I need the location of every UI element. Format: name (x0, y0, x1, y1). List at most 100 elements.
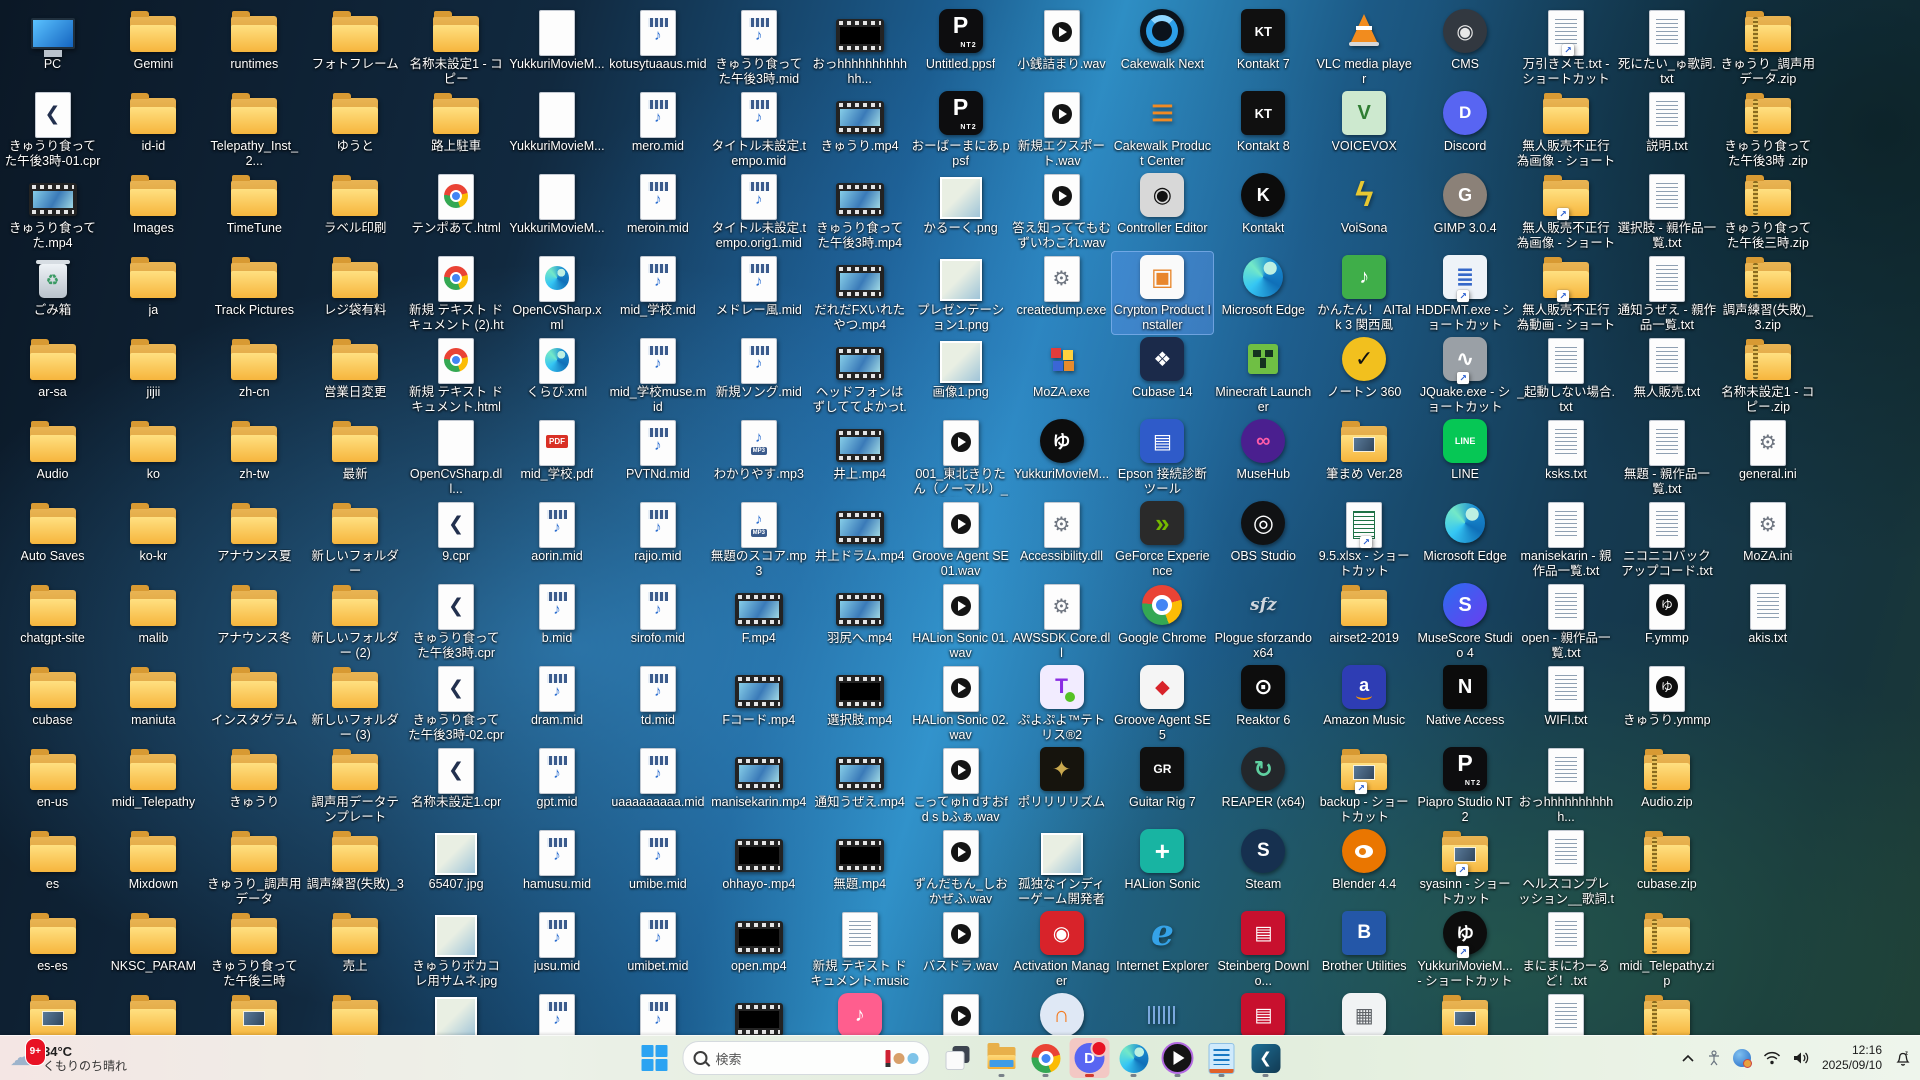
desktop-icon[interactable]: ♪mero.mid (607, 88, 708, 170)
desktop-icon[interactable]: ◎OBS Studio (1213, 498, 1314, 580)
desktop-icon[interactable]: インスタグラム (204, 662, 305, 744)
desktop-icon[interactable]: ↗無人販売不正行為動画 - ショートカット (1516, 252, 1617, 334)
desktop-icon[interactable]: 65407.jpg (406, 826, 507, 908)
desktop-icon[interactable]: PNT2Untitled.ppsf (910, 6, 1011, 88)
desktop-icon[interactable] (1516, 990, 1617, 1036)
desktop-icon[interactable]: Minecraft Launcher (1213, 334, 1314, 416)
desktop-icon[interactable]: MoZA.exe (1011, 334, 1112, 416)
desktop-icon[interactable]: ♪umibet.mid (607, 908, 708, 990)
search-box[interactable]: 検索 (683, 1041, 930, 1075)
desktop-icon[interactable]: Audio.zip (1616, 744, 1717, 826)
desktop-icon[interactable]: ≡Cakewalk Product Center (1112, 88, 1213, 170)
hidden-icons-chevron[interactable] (1681, 1054, 1695, 1063)
desktop-icon[interactable]: HALion Sonic 01.wav (910, 580, 1011, 662)
desktop-icon[interactable]: 選択肢.mp4 (809, 662, 910, 744)
desktop-icon[interactable]: まにまにわーるど！.txt (1516, 908, 1617, 990)
desktop-icon[interactable]: ↻REAPER (x64) (1213, 744, 1314, 826)
desktop-icon[interactable]: ゆきゅうり.ymmp (1616, 662, 1717, 744)
desktop-icon[interactable]: きゅうり_調声用データ.zip (1717, 6, 1818, 88)
desktop-icon[interactable]: ♪ (507, 990, 608, 1036)
desktop-icon[interactable]: アナウンス冬 (204, 580, 305, 662)
desktop-icon[interactable]: 新規 テキスト ドキュメント.musicxml (809, 908, 910, 990)
discord-button[interactable]: D (1070, 1038, 1110, 1078)
desktop-icon[interactable]: 001_東北きりたん（ノーマル）_今じゃ... (910, 416, 1011, 498)
desktop-icon[interactable]: かるーく.png (910, 170, 1011, 252)
desktop-icon[interactable]: ゆ↗YukkuriMovieM... - ショートカット (1415, 908, 1516, 990)
desktop-icon[interactable]: ♪タイトル未設定.tempo.orig1.mid (708, 170, 809, 252)
desktop-icon[interactable]: 通知うぜえ.mp4 (809, 744, 910, 826)
desktop-icon[interactable]: ∿↗JQuake.exe - ショートカット (1415, 334, 1516, 416)
desktop-icon[interactable]: ⚙createdump.exe (1011, 252, 1112, 334)
desktop-icon[interactable]: midi_Telepathy (103, 744, 204, 826)
desktop-icon[interactable]: ↗backup - ショートカット (1314, 744, 1415, 826)
desktop-icon[interactable]: きゅうり食ってた午後三時 (204, 908, 305, 990)
desktop-icon[interactable]: TimeTune (204, 170, 305, 252)
cubase-button[interactable]: ❮ (1246, 1038, 1286, 1078)
desktop-icon[interactable]: ▤ (1213, 990, 1314, 1036)
desktop-icon[interactable]: ▤Steinberg Downlo... (1213, 908, 1314, 990)
desktop-icon[interactable]: open - 親作品一覧.txt (1516, 580, 1617, 662)
desktop-icon[interactable]: ゆうと (305, 88, 406, 170)
desktop-icon[interactable]: 調声用データテンプレート (305, 744, 406, 826)
desktop-icon[interactable]: ◆Groove Agent SE 5 (1112, 662, 1213, 744)
desktop-icon[interactable]: SMuseScore Studio 4 (1415, 580, 1516, 662)
desktop-icon[interactable]: ヘッドフォンはずしててよかっt.mp4 (809, 334, 910, 416)
desktop-icon[interactable]: 名称未設定1 - コピー (406, 6, 507, 88)
file-explorer-button[interactable] (982, 1038, 1022, 1078)
desktop-icon[interactable]: 新規 テキスト ドキュメント (2).html (406, 252, 507, 334)
desktop-icon[interactable] (406, 990, 507, 1036)
desktop-icon[interactable]: KKontakt (1213, 170, 1314, 252)
task-view-button[interactable] (938, 1038, 978, 1078)
desktop-icon[interactable]: ♪新規ソング.mid (708, 334, 809, 416)
desktop-icon[interactable]: ♪kotusytuaaus.mid (607, 6, 708, 88)
accessibility-tray-icon[interactable] (1707, 1050, 1721, 1066)
desktop-icon[interactable]: ♪MP3無題のスコア.mp3 (708, 498, 809, 580)
desktop-icon[interactable]: Google Chrome (1112, 580, 1213, 662)
desktop-icon[interactable]: Microsoft Edge (1213, 252, 1314, 334)
desktop-icon[interactable]: zh-tw (204, 416, 305, 498)
desktop-icon[interactable]: ko (103, 416, 204, 498)
desktop-icon[interactable]: フォトフレーム (305, 6, 406, 88)
desktop-icon[interactable]: manisekarin - 親作品一覧.txt (1516, 498, 1617, 580)
desktop-icon[interactable]: 新しいフォルダー (2) (305, 580, 406, 662)
desktop-icon[interactable]: ❖Cubase 14 (1112, 334, 1213, 416)
desktop-icon[interactable] (2, 990, 103, 1036)
desktop-icon[interactable]: ゆYukkuriMovieM... (1011, 416, 1112, 498)
desktop-icon[interactable]: open.mp4 (708, 908, 809, 990)
desktop-icon[interactable]: アナウンス夏 (204, 498, 305, 580)
desktop-icon[interactable]: きゅうり食ってた.mp4 (2, 170, 103, 252)
desktop-icon[interactable]: ♻ごみ箱 (2, 252, 103, 334)
desktop-icon[interactable]: ◉Controller Editor (1112, 170, 1213, 252)
desktop-icon[interactable]: 無題.mp4 (809, 826, 910, 908)
desktop-icon[interactable]: midi_Telepathy.zip (1616, 908, 1717, 990)
desktop-icon[interactable]: プレゼンテーション1.png (910, 252, 1011, 334)
desktop-icon[interactable]: ❮名称未設定1.cpr (406, 744, 507, 826)
desktop-icon[interactable]: ♪umibe.mid (607, 826, 708, 908)
desktop-icon[interactable]: PNT2おーばーまにあ.ppsf (910, 88, 1011, 170)
desktop-icon[interactable]: きゅうり (204, 744, 305, 826)
desktop-icon[interactable]: Groove Agent SE 01.wav (910, 498, 1011, 580)
desktop-icon[interactable]: maniuta (103, 662, 204, 744)
desktop-icon[interactable]: zh-cn (204, 334, 305, 416)
desktop-icon[interactable]: 営業日変更 (305, 334, 406, 416)
desktop-icon[interactable]: _起動しない場合.txt (1516, 334, 1617, 416)
desktop-icon[interactable]: 新しいフォルダー (3) (305, 662, 406, 744)
desktop-icon[interactable] (1112, 990, 1213, 1036)
desktop-icon[interactable]: runtimes (204, 6, 305, 88)
clock[interactable]: 12:16 2025/09/10 (1822, 1043, 1882, 1073)
desktop-icon[interactable]: ♪MP3わかりやす.mp3 (708, 416, 809, 498)
desktop-icon[interactable]: KTKontakt 7 (1213, 6, 1314, 88)
desktop-icon[interactable]: SSteam (1213, 826, 1314, 908)
desktop-icon[interactable]: Microsoft Edge (1415, 498, 1516, 580)
desktop-icon[interactable]: ♪mid_学校.mid (607, 252, 708, 334)
focus-assist-bell-icon[interactable]: z (1894, 1049, 1912, 1067)
desktop-icon[interactable]: chatgpt-site (2, 580, 103, 662)
desktop-icon[interactable]: WIFI.txt (1516, 662, 1617, 744)
desktop-icon[interactable]: Telepathy_Inst_2... (204, 88, 305, 170)
desktop-icon[interactable]: Auto Saves (2, 498, 103, 580)
desktop-icon[interactable]: ♪jusu.mid (507, 908, 608, 990)
desktop-icon[interactable]: 羽尻へ.mp4 (809, 580, 910, 662)
start-button[interactable] (635, 1038, 675, 1078)
desktop-icon[interactable]: ❮きゅうり食ってた午後3時.cpr (406, 580, 507, 662)
desktop-icon[interactable]: cubase (2, 662, 103, 744)
